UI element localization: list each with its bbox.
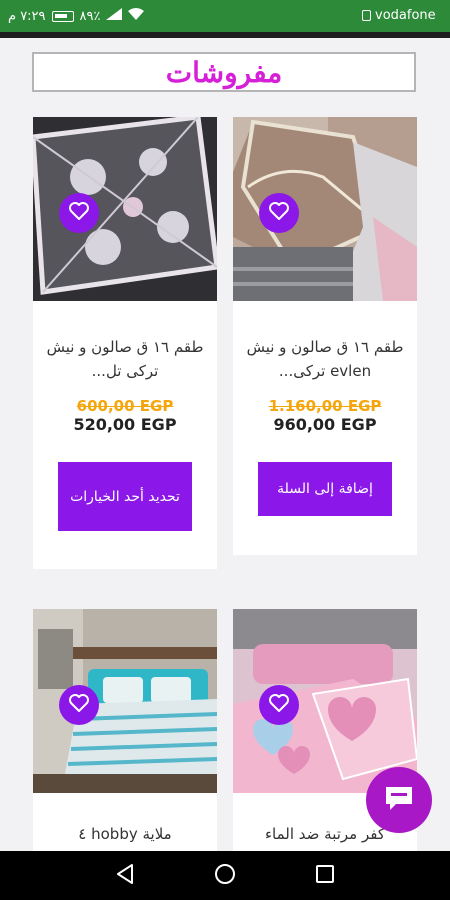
product-image[interactable] — [233, 609, 417, 793]
heart-outline-icon — [69, 202, 89, 224]
chat-button[interactable] — [366, 767, 432, 833]
wishlist-button[interactable] — [259, 193, 299, 233]
system-nav-bar — [0, 851, 450, 900]
nav-home-button[interactable] — [212, 863, 238, 889]
add-to-cart-button[interactable]: إضافة إلى السلة — [258, 462, 392, 516]
product-card[interactable]: طقم ١٦ ق صالون و نيش evlen تركى... 1.160… — [233, 117, 417, 555]
wishlist-button[interactable] — [259, 685, 299, 725]
recents-square-icon — [315, 864, 335, 888]
product-price: 520,00 EGP — [73, 415, 177, 434]
heart-outline-icon — [269, 694, 289, 716]
product-image[interactable] — [33, 117, 217, 301]
wifi-icon — [128, 8, 145, 24]
status-bar: ٧:٢٩ م ٨٩٪ vodafone — [0, 0, 450, 32]
status-time: ٧:٢٩ م — [8, 8, 46, 24]
chat-icon — [384, 784, 414, 816]
carrier-name: vodafone — [375, 8, 436, 23]
nav-back-button[interactable] — [112, 863, 138, 889]
battery-level: ٨٩٪ — [79, 8, 101, 24]
heart-outline-icon — [69, 694, 89, 716]
category-title-box: مفروشات — [32, 52, 416, 92]
select-options-button[interactable]: تحديد أحد الخيارات — [58, 462, 192, 531]
status-carrier: vodafone — [362, 8, 436, 23]
battery-icon — [51, 10, 74, 22]
product-name[interactable]: طقم ١٦ ق صالون و نيش evlen تركى... — [245, 335, 405, 383]
sim-icon — [362, 10, 371, 21]
page-title: مفروشات — [165, 55, 283, 89]
heart-outline-icon — [269, 202, 289, 224]
nav-recents-button[interactable] — [312, 863, 338, 889]
product-old-price: 1.160,00 EGP — [268, 397, 382, 415]
product-card[interactable]: ملاية hobby ٤ — [33, 609, 217, 851]
product-image[interactable] — [33, 609, 217, 793]
home-circle-icon — [214, 863, 236, 889]
wishlist-button[interactable] — [59, 685, 99, 725]
product-name[interactable]: طقم ١٦ ق صالون و نيش تركى تل... — [45, 335, 205, 383]
product-name[interactable]: ملاية hobby ٤ — [41, 825, 209, 843]
back-triangle-icon — [115, 863, 135, 889]
product-old-price: 600,00 EGP — [76, 397, 174, 415]
product-card[interactable]: طقم ١٦ ق صالون و نيش تركى تل... 600,00 E… — [33, 117, 217, 569]
signal-icon — [106, 8, 123, 24]
wishlist-button[interactable] — [59, 193, 99, 233]
status-left: ٧:٢٩ م ٨٩٪ — [8, 8, 145, 24]
product-image[interactable] — [233, 117, 417, 301]
app-header-strip — [0, 32, 450, 38]
product-price: 960,00 EGP — [273, 415, 377, 434]
